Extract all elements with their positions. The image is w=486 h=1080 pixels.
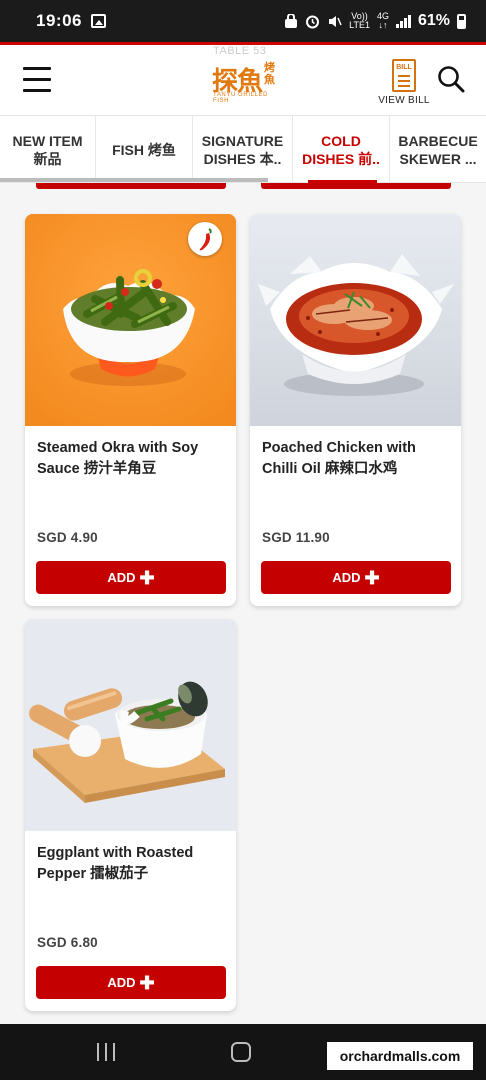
- mute-icon: [329, 15, 342, 27]
- add-to-order-button[interactable]: ADD ✚: [261, 561, 451, 594]
- recent-apps-icon[interactable]: [97, 1043, 115, 1061]
- category-tabs: NEW ITEM 新品 FISH 烤鱼 SIGNATURE DISHES 本..…: [0, 115, 486, 184]
- menu-item-card[interactable]: Eggplant with Roasted Pepper 擂椒茄子 SGD 6.…: [25, 619, 236, 1011]
- tab-fish[interactable]: FISH 烤鱼: [96, 116, 193, 183]
- tanyu-logo: 探魚 烤魚 TANYU GRILLED FISH: [212, 62, 275, 104]
- clock: 19:06: [36, 11, 82, 30]
- volte-indicator: Vo)) LTE1: [349, 11, 370, 30]
- add-button-partial[interactable]: [36, 183, 226, 189]
- chilli-icon: [188, 222, 222, 256]
- bill-icon: BILL: [392, 59, 416, 92]
- battery-icon: [457, 13, 466, 29]
- plus-icon: ✚: [364, 567, 380, 588]
- table-number: TABLE 53: [213, 45, 267, 57]
- item-price: SGD 6.80: [37, 935, 98, 950]
- menu-icon[interactable]: [23, 67, 51, 93]
- tab-signature-dishes[interactable]: SIGNATURE DISHES 本..: [193, 116, 293, 183]
- signal-icon: [395, 14, 411, 28]
- image-notification-icon: [90, 14, 106, 28]
- item-price: SGD 11.90: [262, 530, 330, 545]
- network-type: 4G ↓↑: [376, 11, 389, 30]
- add-to-order-button[interactable]: ADD ✚: [36, 561, 226, 594]
- battery-percent: 61%: [417, 12, 450, 29]
- eggplant-photo: [25, 619, 236, 831]
- watermark: orchardmalls.com: [327, 1042, 473, 1070]
- search-icon[interactable]: [437, 65, 465, 93]
- menu-item-card[interactable]: Steamed Okra with Soy Sauce 捞汁羊角豆 SGD 4.…: [25, 214, 236, 606]
- view-bill-button[interactable]: BILL VIEW BILL: [378, 59, 430, 106]
- add-to-order-button[interactable]: ADD ✚: [36, 966, 226, 999]
- plus-icon: ✚: [139, 567, 155, 588]
- tab-scrollbar[interactable]: [0, 178, 268, 182]
- status-bar: 19:06 Vo)) LTE1 4G ↓↑ 61%: [0, 0, 486, 42]
- tab-new-item[interactable]: NEW ITEM 新品: [0, 116, 96, 183]
- view-bill-label: VIEW BILL: [378, 95, 430, 106]
- item-name: Poached Chicken with Chilli Oil 麻辣口水鸡: [262, 440, 416, 477]
- app-header: TABLE 53 探魚 烤魚 TANYU GRILLED FISH BILL V…: [0, 45, 486, 115]
- add-button-partial[interactable]: [261, 183, 451, 189]
- home-icon[interactable]: [231, 1042, 251, 1062]
- poached-chicken-photo: [250, 214, 461, 426]
- alarm-icon: [306, 15, 320, 28]
- item-name: Eggplant with Roasted Pepper 擂椒茄子: [37, 845, 194, 882]
- lock-alarm-icon: [285, 13, 298, 28]
- item-name: Steamed Okra with Soy Sauce 捞汁羊角豆: [37, 440, 199, 477]
- item-price: SGD 4.90: [37, 530, 98, 545]
- tab-barbecue-skewer[interactable]: BARBECUE SKEWER ...: [390, 116, 486, 183]
- okra-photo: [25, 214, 236, 426]
- tab-cold-dishes[interactable]: COLD DISHES 前..: [293, 116, 390, 184]
- menu-item-card[interactable]: Poached Chicken with Chilli Oil 麻辣口水鸡 SG…: [250, 214, 461, 606]
- plus-icon: ✚: [139, 972, 155, 993]
